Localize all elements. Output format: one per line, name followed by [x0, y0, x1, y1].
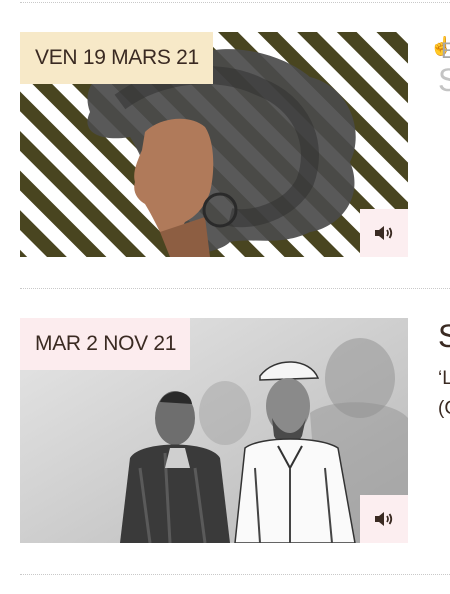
bottom-divider [20, 574, 450, 575]
event-date: MAR 2 NOV 21 [35, 332, 177, 355]
event-subtitle-2-line1: ‘L [438, 368, 450, 389]
event-date-badge: MAR 2 NOV 21 [20, 318, 191, 370]
volume-icon [375, 512, 393, 526]
sound-button[interactable] [360, 495, 408, 543]
event-subtitle-2-line2: (C [438, 398, 450, 419]
event-card-1[interactable]: VEN 19 MARS 21 [20, 32, 408, 257]
event-date: VEN 19 MARS 21 [35, 46, 199, 69]
middle-divider [20, 288, 450, 289]
event-card-2[interactable]: MAR 2 NOV 21 [20, 318, 408, 543]
event-date-badge: VEN 19 MARS 21 [20, 32, 213, 84]
event-title-2-partial[interactable]: S [438, 318, 450, 355]
volume-icon [375, 226, 393, 240]
top-divider [20, 2, 450, 3]
event-subtitle-1-partial: S [438, 62, 450, 98]
event-title-1-partial[interactable]: E [441, 38, 450, 64]
sound-button[interactable] [360, 209, 408, 257]
